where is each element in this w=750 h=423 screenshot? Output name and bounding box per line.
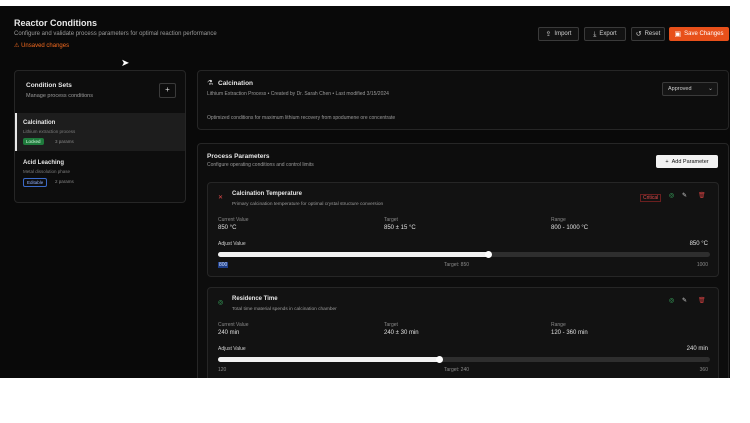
parameter-card-temperature: ✕ Calcination Temperature Primary calcin…: [207, 182, 719, 277]
import-button[interactable]: ⇪ Import: [538, 27, 579, 41]
alert-icon: ⚠: [14, 43, 20, 49]
range-value: 800 - 1000 °C: [551, 225, 589, 231]
current-value-label: Current Value: [218, 322, 249, 328]
slider-handle[interactable]: [435, 356, 443, 363]
upload-icon: ⇪: [545, 30, 552, 38]
reset-label: Reset: [644, 31, 661, 37]
download-icon: ⤓: [593, 30, 597, 38]
unsaved-label: Unsaved changes: [21, 43, 70, 49]
edit-icon[interactable]: ✎: [682, 297, 687, 304]
set-description: Optimized conditions for maximum lithium…: [207, 115, 396, 121]
slider-min: 800: [218, 262, 229, 268]
flask-icon: ⚗: [207, 80, 214, 87]
status-select[interactable]: Approved ⌄: [662, 82, 718, 96]
trash-icon[interactable]: 🗑: [698, 192, 706, 199]
parameter-card-residence-time: ◎ Residence Time Total time material spe…: [207, 287, 719, 378]
range-label: Range: [551, 217, 566, 223]
page-subtitle: Configure and validate process parameter…: [14, 31, 217, 37]
condition-sets-panel: Condition Sets Manage process conditions…: [14, 70, 186, 203]
param-count: 2 params: [55, 179, 74, 184]
add-parameter-label: Add Parameter: [671, 158, 709, 165]
process-parameters-panel: Process Parameters Configure operating c…: [197, 143, 729, 378]
status-badge: Locked: [23, 138, 44, 145]
condition-set-details: ⚗ Calcination Lithium Extraction Process…: [197, 70, 729, 130]
export-button[interactable]: ⤓ Export: [584, 27, 626, 41]
warning-icon: ✕: [218, 195, 224, 201]
adjust-value-readout: 240 min: [686, 346, 708, 352]
sidebar-item-desc: Lithium extraction process: [23, 129, 76, 134]
target-label: Target: [384, 217, 398, 223]
slider-max: 1000: [696, 262, 708, 268]
sidebar-item-calcination[interactable]: Calcination Lithium extraction process L…: [15, 113, 185, 151]
reset-button[interactable]: ↺ Reset: [631, 27, 665, 41]
param-name: Residence Time: [232, 296, 278, 302]
range-label: Range: [551, 322, 566, 328]
sidebar-title: Condition Sets: [26, 82, 72, 89]
sidebar-item-name: Acid Leaching: [23, 160, 65, 166]
set-name: Calcination: [218, 80, 254, 87]
sidebar-item-name: Calcination: [23, 120, 56, 126]
save-icon: ▣: [674, 30, 682, 38]
plus-icon: +: [665, 158, 669, 165]
adjust-value-readout: 850 °C: [689, 241, 708, 247]
current-value: 850 °C: [218, 225, 237, 231]
save-label: Save Changes: [684, 31, 724, 37]
app-window: Reactor Conditions Configure and validat…: [0, 6, 730, 378]
edit-icon[interactable]: ✎: [682, 192, 687, 199]
sidebar-item-acid-leaching[interactable]: Acid Leaching Metal dissolution phase Ed…: [15, 155, 185, 193]
value-slider[interactable]: [218, 251, 710, 258]
slider-target: Target: 850: [444, 262, 470, 268]
range-value: 120 - 360 min: [551, 330, 588, 336]
current-value-label: Current Value: [218, 217, 249, 223]
target-value: 850 ± 15 °C: [384, 225, 416, 231]
status-badge: Editable: [23, 178, 48, 187]
process-title: Process Parameters: [207, 153, 270, 160]
critical-badge: Critical: [640, 194, 662, 202]
adjust-value-label: Adjust Value: [218, 241, 246, 247]
value-slider[interactable]: [218, 356, 710, 363]
param-desc: Primary calcination temperature for opti…: [232, 202, 384, 207]
export-label: Export: [599, 31, 617, 37]
param-count: 3 params: [55, 139, 74, 144]
slider-handle[interactable]: [485, 251, 493, 258]
status-select-value: Approved: [668, 86, 692, 92]
slider-fill: [218, 252, 489, 257]
add-parameter-button[interactable]: + Add Parameter: [656, 155, 718, 168]
add-condition-set-button[interactable]: +: [159, 83, 176, 98]
slider-target: Target: 240: [444, 367, 470, 373]
check-circle-icon: ◎: [218, 300, 224, 306]
process-subtitle: Configure operating conditions and contr…: [207, 162, 314, 168]
save-changes-button[interactable]: ▣ Save Changes: [669, 27, 729, 41]
mouse-cursor-icon: ➤: [121, 58, 130, 69]
target-value: 240 ± 30 min: [384, 330, 419, 336]
sidebar-subtitle: Manage process conditions: [26, 93, 93, 99]
import-label: Import: [554, 31, 572, 37]
set-meta: Lithium Extraction Process • Created by …: [207, 91, 389, 97]
unsaved-indicator: ⚠ Unsaved changes: [14, 42, 69, 49]
sidebar-item-desc: Metal dissolution phase: [23, 169, 71, 174]
target-label: Target: [384, 322, 398, 328]
param-desc: Total time material spends in calcinatio…: [232, 307, 337, 312]
param-name: Calcination Temperature: [232, 191, 302, 197]
check-circle-icon: ◎: [669, 193, 675, 199]
check-circle-icon: ◎: [669, 298, 675, 304]
trash-icon[interactable]: 🗑: [698, 297, 706, 304]
current-value: 240 min: [218, 330, 240, 336]
slider-min: 120: [218, 367, 227, 373]
slider-fill: [218, 357, 440, 362]
reset-icon: ↺: [635, 30, 642, 38]
page-title: Reactor Conditions: [14, 18, 98, 28]
adjust-value-label: Adjust Value: [218, 346, 246, 352]
chevron-down-icon: ⌄: [707, 86, 713, 92]
slider-max: 360: [699, 367, 708, 373]
